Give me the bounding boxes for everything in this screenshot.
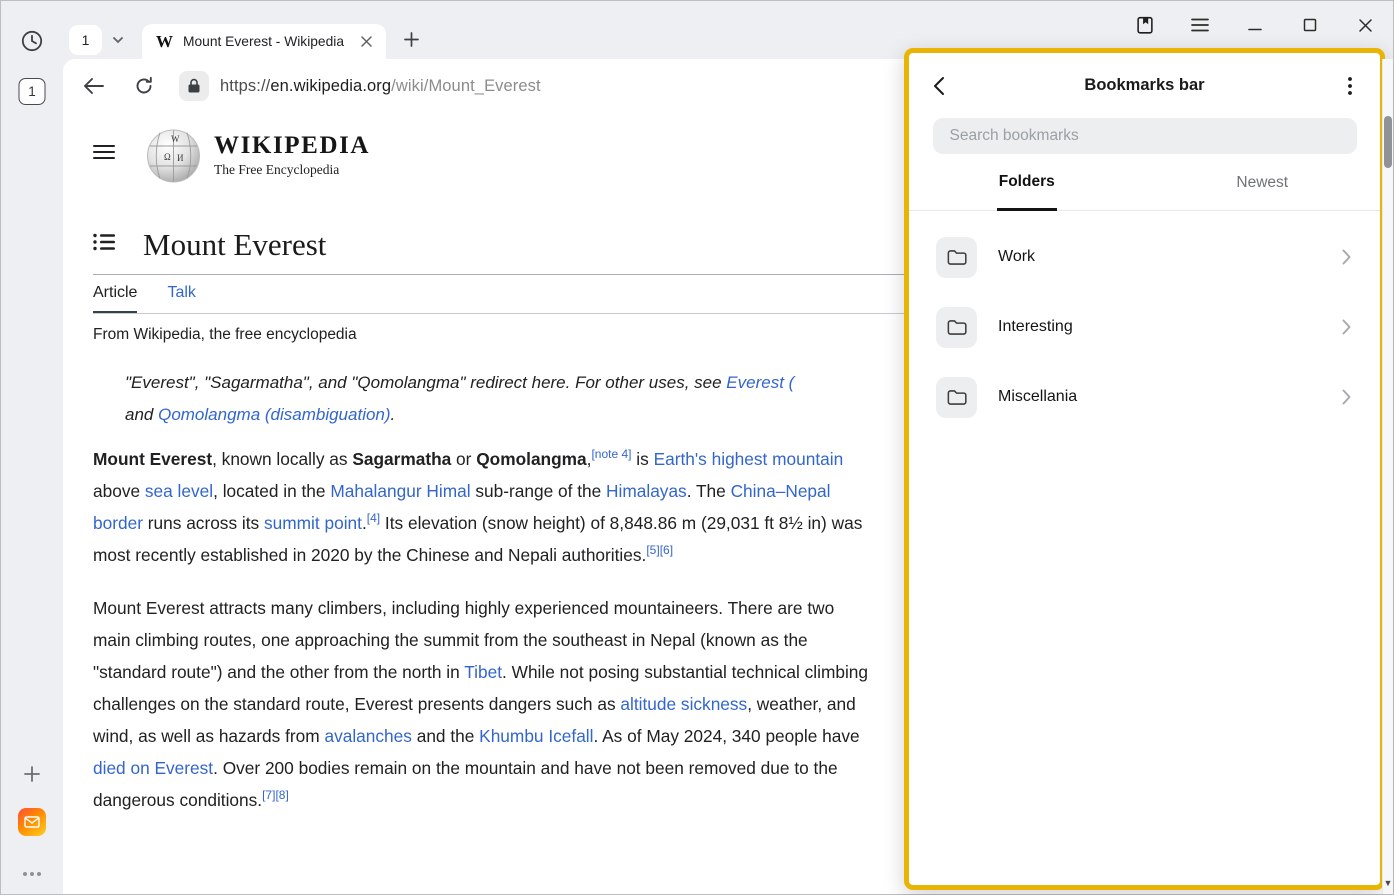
bookmarks-folder-list: Work Interesting Miscellania (909, 222, 1380, 432)
window-scrollbar[interactable]: ▼ (1382, 59, 1393, 894)
svg-text:И: И (177, 153, 184, 163)
bookmark-folder-row[interactable]: Miscellania (909, 362, 1380, 432)
article-paragraph: Mount Everest attracts many climbers, in… (93, 592, 871, 816)
wiki-link[interactable]: summit point (264, 513, 362, 533)
wiki-link[interactable]: [5] (646, 543, 659, 557)
wiki-link[interactable]: [8] (275, 788, 288, 802)
bookmark-folder-row[interactable]: Work (909, 222, 1380, 292)
wiki-link[interactable]: Earth's highest mountain (654, 449, 844, 469)
chevron-right-icon (1336, 387, 1356, 407)
clock-history-icon[interactable] (20, 29, 44, 53)
bookmarks-tabs: Folders Newest (909, 154, 1380, 211)
scrollbar-down-arrow[interactable]: ▼ (1383, 878, 1393, 888)
folder-icon (936, 237, 977, 278)
window-controls (1133, 13, 1393, 37)
tab-folders-label: Folders (997, 155, 1057, 211)
url-host: en.wikipedia.org (270, 77, 391, 95)
menu-icon[interactable] (1188, 13, 1212, 37)
folder-label: Interesting (998, 318, 1336, 336)
maximize-icon[interactable] (1298, 13, 1322, 37)
sidebar-add-button[interactable] (20, 762, 44, 786)
new-tab-button[interactable] (394, 22, 428, 56)
article-tabs: Article Talk (93, 275, 955, 314)
wikipedia-tagline: The Free Encyclopedia (214, 162, 370, 178)
tab-newest-label: Newest (1234, 156, 1290, 209)
sidebar-more-icon[interactable] (23, 872, 41, 876)
tab-group-badge[interactable]: 1 (69, 25, 102, 55)
bookmarks-panel-icon[interactable] (1133, 13, 1157, 37)
close-window-icon[interactable] (1353, 13, 1377, 37)
wikipedia-title-text: WIKIPEDIA (214, 133, 370, 159)
tab-group-control: 1 (69, 25, 134, 55)
folder-icon (936, 377, 977, 418)
folder-label: Work (998, 248, 1336, 266)
url-bar[interactable]: https://en.wikipedia.org/wiki/Mount_Ever… (220, 77, 541, 96)
wiki-link[interactable]: died on Everest (93, 758, 213, 778)
site-security-chip[interactable] (179, 71, 209, 101)
folder-label: Miscellania (998, 388, 1336, 406)
search-bookmarks-input[interactable] (933, 118, 1357, 154)
svg-text:Ω: Ω (164, 152, 171, 162)
url-path: /wiki/Mount_Everest (391, 77, 541, 95)
chevron-right-icon (1336, 247, 1356, 267)
wiki-menu-icon[interactable] (93, 144, 117, 168)
wiki-link[interactable]: Qomolangma (disambiguation) (158, 405, 390, 424)
wikipedia-wordmark[interactable]: WIKIPEDIA The Free Encyclopedia (214, 133, 370, 177)
back-button[interactable] (77, 69, 111, 103)
left-sidebar: 1 (1, 1, 63, 894)
wiki-link[interactable]: [6] (660, 543, 673, 557)
tab-article[interactable]: Article (93, 284, 137, 313)
article-title: Mount Everest (143, 227, 326, 263)
wiki-link[interactable]: Mahalangur Himal (330, 481, 470, 501)
wiki-link[interactable]: avalanches (324, 726, 411, 746)
wiki-link[interactable]: altitude sickness (620, 694, 747, 714)
back-icon[interactable] (925, 72, 953, 100)
wiki-link[interactable]: Himalayas (606, 481, 687, 501)
wiki-link[interactable]: Khumbu Icefall (479, 726, 593, 746)
wikipedia-logo[interactable]: W Ω И (146, 128, 201, 183)
scrollbar-thumb[interactable] (1384, 116, 1392, 168)
svg-text:W: W (171, 134, 180, 144)
browser-tab[interactable]: W Mount Everest - Wikipedia (142, 24, 386, 59)
tab-title: Mount Everest - Wikipedia (183, 34, 356, 49)
tab-close-icon[interactable] (356, 32, 376, 52)
url-scheme: https:// (220, 77, 270, 95)
wiki-link[interactable]: sea level (145, 481, 213, 501)
chevron-right-icon (1336, 317, 1356, 337)
mail-app-icon[interactable] (18, 808, 46, 836)
wiki-link[interactable]: [note 4] (591, 447, 631, 461)
folder-icon (936, 307, 977, 348)
tab-group-chevron-icon[interactable] (102, 25, 134, 55)
bookmarks-panel: Bookmarks bar Folders Newest Work (904, 48, 1385, 890)
bookmarks-panel-header: Bookmarks bar (909, 53, 1380, 118)
bookmarks-panel-title: Bookmarks bar (953, 76, 1336, 95)
tab-folders[interactable]: Folders (909, 154, 1145, 210)
minimize-icon[interactable] (1243, 13, 1267, 37)
bookmark-folder-row[interactable]: Interesting (909, 292, 1380, 362)
wiki-link[interactable]: Everest ( (726, 373, 794, 392)
wiki-link[interactable]: [7] (262, 788, 275, 802)
reload-button[interactable] (127, 69, 161, 103)
article-paragraph: Mount Everest, known locally as Sagarmat… (93, 443, 871, 571)
kebab-menu-icon[interactable] (1336, 72, 1364, 100)
wikipedia-favicon: W (156, 32, 173, 52)
tab-newest[interactable]: Newest (1145, 154, 1381, 210)
wiki-link[interactable]: Tibet (464, 662, 502, 682)
wiki-link[interactable]: [4] (367, 511, 380, 525)
tab-talk[interactable]: Talk (167, 284, 195, 313)
toc-icon[interactable] (93, 233, 117, 257)
hatnote: "Everest", "Sagarmatha", and "Qomolangma… (125, 367, 985, 431)
tab-counter-badge[interactable]: 1 (19, 78, 46, 105)
